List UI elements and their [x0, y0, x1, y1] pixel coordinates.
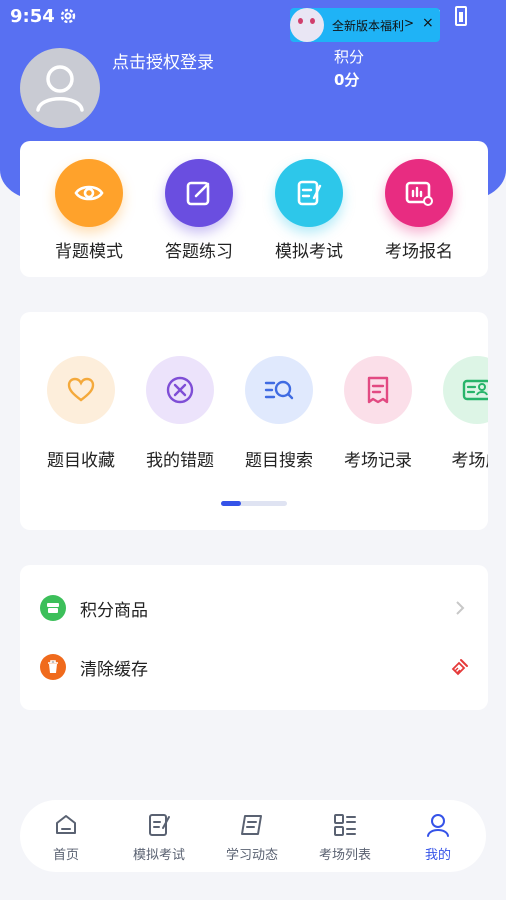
user-silhouette-icon	[36, 65, 84, 112]
avatar[interactable]	[20, 48, 100, 128]
tab-label: 考场列表	[318, 848, 371, 863]
tool-label: 题目搜索	[245, 451, 313, 471]
tools-carousel-card: 题目收藏 我的错题 题目搜索 考场记录 考场成	[20, 312, 488, 530]
promo-text: 全新版本福利	[332, 19, 405, 33]
news-icon	[241, 815, 262, 835]
id-card-icon	[443, 356, 488, 424]
points-label: 积分	[334, 48, 365, 66]
tool-label: 题目收藏	[47, 451, 115, 471]
menu-item-label: 积分商品	[80, 601, 148, 621]
chart-board-icon	[385, 159, 453, 227]
tab-label: 首页	[52, 848, 79, 863]
tab-mine[interactable]: 我的	[392, 812, 484, 863]
user-icon	[427, 814, 449, 837]
close-icon[interactable]: ×	[422, 15, 434, 31]
tool-label: 我的错题	[146, 451, 214, 471]
menu-item-label: 清除缓存	[80, 660, 148, 680]
tab-home[interactable]: 首页	[20, 812, 112, 863]
tool-exam-records[interactable]: 考场记录	[330, 356, 426, 471]
tool-favorites[interactable]: 题目收藏	[33, 356, 129, 471]
points-value: 0分	[334, 71, 360, 89]
x-circle-icon	[146, 356, 214, 424]
quick-action-register[interactable]: 考场报名	[364, 159, 474, 262]
quick-action-label: 背题模式	[55, 242, 123, 262]
quick-action-practice[interactable]: 答题练习	[144, 159, 254, 262]
quick-action-label: 模拟考试	[275, 242, 343, 262]
home-icon	[56, 815, 76, 834]
exam-paper-icon	[275, 159, 343, 227]
store-icon	[40, 595, 66, 621]
tool-label: 考场成	[451, 451, 489, 471]
quick-actions-card: 背题模式 答题练习 模拟考试 考场报名	[20, 141, 488, 277]
grid-list-icon	[334, 814, 356, 836]
tab-label: 模拟考试	[132, 848, 185, 863]
menu-item-clear-cache[interactable]: 清除缓存	[20, 638, 488, 696]
tab-label: 我的	[424, 848, 451, 863]
receipt-icon	[344, 356, 412, 424]
trash-icon	[40, 654, 66, 680]
quick-action-label: 考场报名	[385, 242, 453, 262]
quick-action-recite[interactable]: 背题模式	[34, 159, 144, 262]
chevron-right-icon: >	[404, 16, 415, 30]
carousel-pager[interactable]	[221, 501, 287, 506]
tool-wrong-questions[interactable]: 我的错题	[132, 356, 228, 471]
search-list-icon	[245, 356, 313, 424]
edit-icon	[165, 159, 233, 227]
settings-gear-icon	[60, 8, 76, 24]
login-link[interactable]: 点击授权登录	[112, 48, 214, 73]
mascot-icon	[290, 8, 324, 42]
quick-action-mock-exam[interactable]: 模拟考试	[254, 159, 364, 262]
tool-exam-results[interactable]: 考场成	[429, 356, 488, 471]
broom-icon[interactable]	[450, 657, 470, 677]
carousel-pager-thumb	[221, 501, 241, 506]
chevron-right-icon	[456, 601, 465, 615]
menu-item-points-store[interactable]: 积分商品	[20, 579, 488, 637]
tool-search[interactable]: 题目搜索	[231, 356, 327, 471]
bottom-tab-bar: 首页 模拟考试 学习动态 考场列表 我的	[20, 800, 486, 872]
quick-action-label: 答题练习	[165, 242, 233, 262]
tab-study-feed[interactable]: 学习动态	[206, 812, 298, 863]
tab-mock-exam[interactable]: 模拟考试	[113, 812, 205, 863]
tab-label: 学习动态	[225, 848, 278, 863]
tool-label: 考场记录	[344, 451, 412, 471]
eye-icon	[55, 159, 123, 227]
menu-card: 积分商品 清除缓存	[20, 565, 488, 710]
status-time: 9:54	[10, 6, 55, 27]
exam-paper-icon	[149, 814, 170, 836]
promo-banner[interactable]: 全新版本福利 > ×	[290, 8, 440, 42]
tab-exam-list[interactable]: 考场列表	[299, 812, 391, 863]
heart-icon	[47, 356, 115, 424]
battery-icon	[455, 6, 467, 26]
